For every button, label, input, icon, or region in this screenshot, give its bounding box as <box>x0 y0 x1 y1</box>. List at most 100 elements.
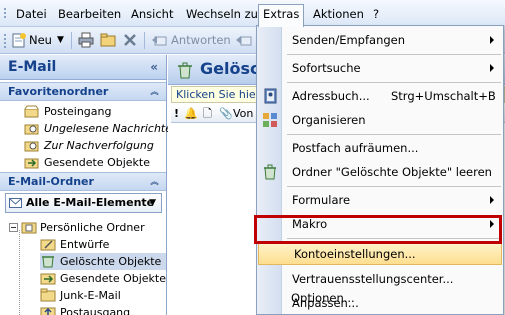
menu-separator <box>287 186 501 187</box>
submenu-arrow-icon <box>490 64 494 72</box>
fav-item-label: Posteingang <box>44 105 112 118</box>
menu-ansicht[interactable]: Ansicht <box>127 5 177 23</box>
menu-item-label: Senden/Empfangen <box>292 33 406 47</box>
menu-item-postfach-aufraeumen[interactable]: Postfach aufräumen... <box>257 136 503 160</box>
inbox-folder-icon <box>24 105 39 118</box>
print-icon[interactable] <box>78 32 94 48</box>
all-items-label: Alle E-Mail-Elemente <box>26 196 155 209</box>
tree-item-label: Persönliche Ordner <box>40 221 145 234</box>
reply-all-icon[interactable] <box>236 32 252 48</box>
search-folder-icon <box>24 141 39 152</box>
menu-separator <box>287 238 501 239</box>
move-to-folder-icon[interactable] <box>100 32 116 48</box>
address-book-icon <box>264 88 277 104</box>
outbox-icon <box>40 307 56 315</box>
tree-item-junk-email[interactable]: Junk-E-Mail <box>40 287 166 304</box>
menu-item-sofortsuche[interactable]: Sofortsuche <box>257 56 503 80</box>
sent-items-icon <box>40 273 56 285</box>
new-dropdown-icon[interactable]: ▼ <box>57 31 64 50</box>
menu-item-label: Makro <box>292 217 328 231</box>
column-von[interactable]: Von <box>233 106 253 122</box>
reply-button[interactable]: Antworten <box>171 31 231 50</box>
menu-wechseln-zu[interactable]: Wechseln zu <box>182 5 262 23</box>
menu-separator <box>287 54 501 55</box>
tree-item-persoenliche-ordner[interactable]: Persönliche Ordner <box>9 219 166 236</box>
tree-item-geloeschte-objekte[interactable]: Gelöschte Objekte <box>40 253 166 270</box>
menu-item-kontoeinstellungen[interactable]: Kontoeinstellungen... <box>258 241 502 265</box>
menu-item-makro[interactable]: Makro <box>257 212 503 236</box>
toolbar-separator <box>144 32 145 49</box>
favorites-header-label: Favoritenordner <box>8 85 109 98</box>
empty-trash-icon <box>264 164 276 180</box>
extras-menu: Senden/Empfangen Sofortsuche Adressbuch.… <box>256 25 504 315</box>
tree-item-gesendete-objekte[interactable]: Gesendete Objekte <box>40 270 166 287</box>
navigation-pane: E-Mail « Favoritenordner ︽ Posteingang U… <box>0 55 179 315</box>
menu-item-adressbuch[interactable]: Adressbuch... Strg+Umschalt+B <box>257 84 503 108</box>
tree-collapse-icon[interactable] <box>9 223 18 232</box>
menu-item-label: Formulare <box>292 193 351 207</box>
menu-separator <box>287 82 501 83</box>
tree-item-label: Entwürfe <box>60 238 110 251</box>
importance-column-icon[interactable]: ! <box>174 106 179 122</box>
menu-datei[interactable]: Datei <box>12 5 51 23</box>
fav-item-label: Ungelesene Nachrichten <box>44 122 179 135</box>
delete-icon[interactable] <box>122 32 138 48</box>
menubar-grip-icon <box>4 8 6 20</box>
chevron-up-icon[interactable]: ︽ <box>148 175 161 188</box>
fav-item-label: Gesendete Objekte <box>44 156 151 169</box>
personal-folders-icon <box>21 222 37 234</box>
attachment-column-icon[interactable]: 📎 <box>219 106 233 122</box>
submenu-arrow-icon <box>490 36 494 44</box>
menu-item-senden-empfangen[interactable]: Senden/Empfangen <box>257 28 503 52</box>
collapse-pane-icon[interactable]: « <box>150 55 158 80</box>
mail-folders-header-label: E-Mail-Ordner <box>8 175 94 188</box>
menu-item-label: Organisieren <box>292 113 366 127</box>
mail-envelope-icon <box>9 198 22 208</box>
menu-extras[interactable]: Extras <box>258 4 305 27</box>
submenu-arrow-icon <box>490 220 494 228</box>
nav-pane-header: E-Mail « <box>0 55 166 80</box>
favorites-section-header[interactable]: Favoritenordner ︽ <box>0 82 166 101</box>
tree-item-entwuerfe[interactable]: Entwürfe <box>40 236 166 253</box>
menu-item-label: Postfach aufräumen... <box>292 141 419 155</box>
menu-item-label: Ordner "Gelöschte Objekte" leeren <box>292 165 492 179</box>
junk-folder-icon <box>40 288 56 302</box>
tree-item-label: Gesendete Objekte <box>60 272 167 285</box>
chevron-up-icon[interactable]: ︽ <box>148 85 161 98</box>
menu-help[interactable]: ? <box>369 5 383 23</box>
chevron-down-icon[interactable]: ▼ <box>149 194 156 212</box>
menu-item-organisieren[interactable]: Organisieren <box>257 108 503 132</box>
menu-item-optionen[interactable]: Optionen... <box>256 286 502 310</box>
reminder-column-icon[interactable]: 🔔 <box>184 106 198 122</box>
new-button[interactable]: Neu <box>29 31 52 50</box>
menu-aktionen[interactable]: Aktionen <box>309 5 368 23</box>
all-mail-items-dropdown[interactable]: Alle E-Mail-Elemente ▼ <box>5 193 162 213</box>
menu-item-shortcut: Strg+Umschalt+B <box>391 89 496 103</box>
tree-item-label: Junk-E-Mail <box>60 289 121 302</box>
fav-item-label: Zur Nachverfolgung <box>44 139 154 152</box>
menu-separator <box>287 134 501 135</box>
sent-items-icon <box>24 158 39 169</box>
icon-column-icon[interactable]: 🗋 <box>203 106 212 122</box>
menu-item-formulare[interactable]: Formulare <box>257 188 503 212</box>
menu-item-label: Optionen... <box>291 291 355 305</box>
toolbar-grip-icon <box>4 34 6 48</box>
tree-item-postausgang[interactable]: Postausgang <box>40 304 166 315</box>
menu-item-label: Sofortsuche <box>292 61 361 75</box>
menu-bearbeiten[interactable]: Bearbeiten <box>54 5 125 23</box>
deleted-items-icon <box>178 62 192 79</box>
deleted-items-icon <box>42 256 54 268</box>
tree-item-label: Postausgang <box>60 306 131 315</box>
menu-item-label: Adressbuch... <box>292 89 370 103</box>
tree-item-label: Gelöschte Objekte <box>60 255 162 268</box>
search-folder-icon <box>24 124 39 135</box>
new-mail-icon[interactable] <box>11 32 27 48</box>
organize-icon <box>263 113 277 127</box>
menu-item-geloeschte-leeren[interactable]: Ordner "Gelöschte Objekte" leeren <box>257 160 503 184</box>
reply-icon[interactable] <box>151 32 167 48</box>
submenu-arrow-icon <box>490 196 494 204</box>
mail-folders-section-header[interactable]: E-Mail-Ordner ︽ <box>0 172 166 191</box>
drafts-icon <box>40 239 56 251</box>
nav-pane-title: E-Mail <box>8 59 57 75</box>
menu-bar: Datei Bearbeiten Ansicht Wechseln zu Ext… <box>0 0 505 27</box>
